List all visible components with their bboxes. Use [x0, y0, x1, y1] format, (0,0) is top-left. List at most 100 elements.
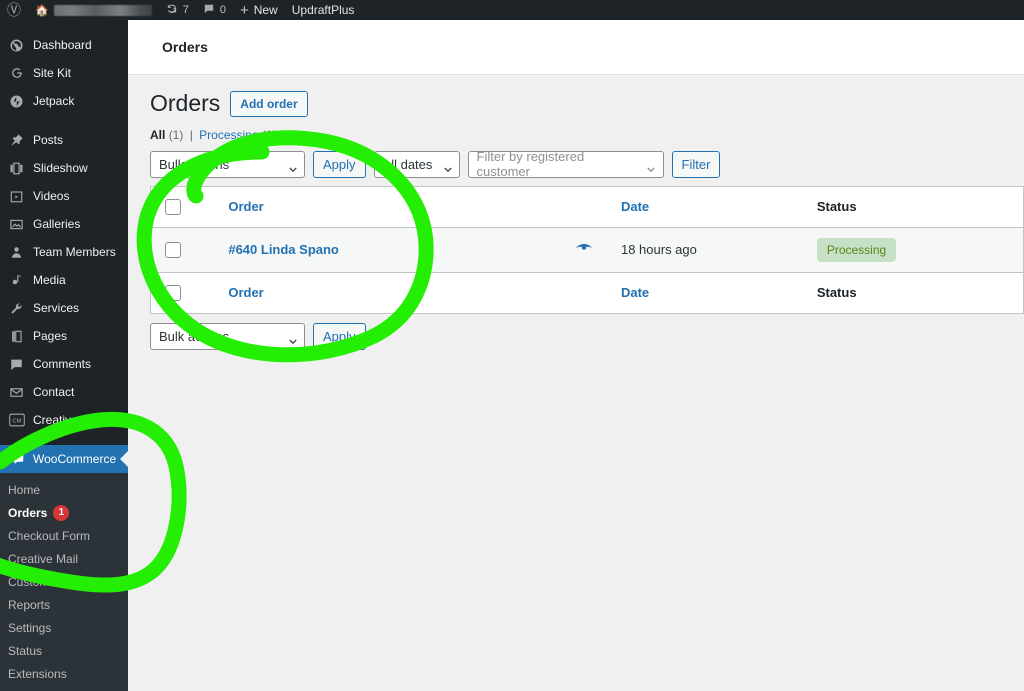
filter-button[interactable]: Filter: [671, 150, 721, 178]
submenu-item-creative-mail[interactable]: Creative Mail: [0, 547, 128, 570]
apply-button-top[interactable]: Apply: [313, 150, 366, 178]
submenu-item-customers[interactable]: Customers: [0, 570, 128, 593]
orders-table-foot: Order Date Status: [151, 271, 1023, 313]
sidebar-item-creative-mail[interactable]: CM Creative Mail: [0, 406, 128, 434]
sidebar-item-dashboard[interactable]: Dashboard: [0, 31, 128, 59]
person-icon: [8, 244, 25, 261]
page-title-row: Orders Add order: [150, 89, 1024, 119]
sidebar-item-videos[interactable]: Videos: [0, 182, 128, 210]
column-footer-order[interactable]: Order: [196, 271, 547, 313]
date-filter-select[interactable]: All dates: [373, 150, 460, 178]
admin-bar: Ⓥ 🏠 7 0 + New UpdraftPlus: [0, 0, 1024, 20]
row-checkbox[interactable]: [165, 241, 181, 258]
orders-table-body: #640 Linda Spano 18 hours ago Processing: [151, 227, 1023, 272]
sidebar-item-pages[interactable]: Pages: [0, 322, 128, 350]
order-link[interactable]: #640 Linda Spano: [228, 242, 339, 257]
sidebar-item-site-kit[interactable]: Site Kit: [0, 59, 128, 87]
column-header-date-label: Date: [620, 199, 650, 215]
woocommerce-submenu: Home Orders 1 Checkout Form Creative Mai…: [0, 473, 128, 691]
sidebar-item-media[interactable]: Media: [0, 266, 128, 294]
updates-menu[interactable]: 7: [159, 0, 196, 20]
updraftplus-menu[interactable]: UpdraftPlus: [285, 0, 362, 20]
comments-menu[interactable]: 0: [196, 0, 233, 20]
date-filter-value: All dates: [382, 156, 433, 172]
sidebar-item-comments[interactable]: Comments: [0, 350, 128, 378]
comments-count: 0: [219, 4, 226, 16]
submenu-item-settings[interactable]: Settings: [0, 616, 128, 639]
orders-table-head: Order Date Status: [151, 186, 1023, 228]
bulk-actions-select-bottom[interactable]: Bulk actions: [150, 322, 305, 350]
sidebar-item-label: Videos: [33, 189, 70, 203]
submenu-item-label: Checkout Form: [8, 528, 91, 543]
view-all-link[interactable]: All: [150, 128, 165, 142]
table-footer-row: Order Date Status: [151, 271, 1023, 313]
column-footer-order-label: Order: [228, 285, 264, 301]
select-all-footer[interactable]: [151, 271, 197, 313]
sidebar-item-galleries[interactable]: Galleries: [0, 210, 128, 238]
gallery-icon: [8, 216, 25, 233]
woocommerce-icon: [8, 451, 25, 468]
select-all-checkbox-footer[interactable]: [165, 284, 181, 301]
sidebar-item-services[interactable]: Services: [0, 294, 128, 322]
select-all-checkbox[interactable]: [165, 198, 181, 215]
tablenav-top: Bulk actions Apply All dates Filter by r…: [150, 149, 1024, 180]
select-all-header[interactable]: [151, 187, 197, 228]
sidebar-item-posts[interactable]: Posts: [0, 126, 128, 154]
comment-bubble-icon: [8, 356, 25, 373]
sidebar-item-label: Posts: [33, 133, 64, 147]
envelope-icon: [8, 384, 25, 401]
apply-button-bottom[interactable]: Apply: [313, 322, 366, 350]
sidebar-item-slideshow[interactable]: Slideshow: [0, 154, 128, 182]
customer-filter-placeholder: Filter by registered customer: [476, 149, 585, 180]
row-select-cell[interactable]: [151, 228, 196, 272]
sidebar-item-label: Comments: [33, 357, 92, 371]
submenu-item-orders[interactable]: Orders 1: [0, 501, 128, 524]
menu-separator-2: [0, 434, 128, 445]
column-header-preview: [546, 187, 621, 228]
jetpack-icon: [8, 93, 25, 110]
submenu-item-label: Customers: [8, 574, 67, 589]
sidebar-item-team-members[interactable]: Team Members: [0, 238, 128, 266]
wordpress-logo-menu[interactable]: Ⓥ: [0, 0, 28, 20]
sidebar-item-label: Dashboard: [33, 38, 92, 52]
page-title: Orders: [150, 90, 221, 116]
row-preview-cell[interactable]: [547, 228, 621, 272]
submenu-item-label: Reports: [8, 597, 51, 612]
sidebar-item-jetpack[interactable]: Jetpack: [0, 87, 128, 115]
submenu-item-label: Orders: [8, 505, 48, 520]
add-order-button[interactable]: Add order: [230, 90, 308, 117]
sidebar-item-contact[interactable]: Contact: [0, 378, 128, 406]
creative-mail-cm-icon: CM: [8, 412, 25, 429]
bulk-actions-value: Bulk actions: [159, 328, 230, 344]
table-row[interactable]: #640 Linda Spano 18 hours ago Processing: [151, 227, 1023, 272]
submenu-item-home[interactable]: Home: [0, 478, 128, 501]
column-footer-date[interactable]: Date: [620, 271, 817, 313]
site-name-menu[interactable]: 🏠: [28, 0, 159, 20]
view-processing-link[interactable]: Processing: [199, 128, 258, 142]
sidebar-item-label: Galleries: [33, 217, 81, 231]
column-header-date[interactable]: Date: [620, 187, 817, 228]
column-header-status: Status: [816, 187, 1023, 228]
page-header-bar: Orders: [128, 20, 1024, 75]
updates-count: 7: [182, 4, 189, 16]
order-date: 18 hours ago: [620, 242, 697, 258]
column-header-order[interactable]: Order: [196, 187, 547, 228]
slideshow-icon: [8, 160, 25, 177]
submenu-item-reports[interactable]: Reports: [0, 593, 128, 616]
video-icon: [8, 188, 25, 205]
sidebar-item-woocommerce[interactable]: WooCommerce: [0, 445, 128, 473]
updraftplus-label: UpdraftPlus: [291, 3, 355, 17]
media-icon: [8, 272, 25, 289]
submenu-item-checkout-form[interactable]: Checkout Form: [0, 524, 128, 547]
customer-filter-select[interactable]: Filter by registered customer: [467, 149, 664, 180]
sidebar-item-label: Jetpack: [33, 94, 75, 108]
wordpress-admin-screen: Ⓥ 🏠 7 0 + New UpdraftPlus Dashboard Site…: [0, 0, 1024, 691]
sidebar-item-label: Site Kit: [33, 66, 72, 80]
submenu-item-status[interactable]: Status: [0, 639, 128, 662]
chevron-down-icon: [289, 333, 297, 345]
bulk-actions-select-top[interactable]: Bulk actions: [150, 150, 305, 178]
eye-preview-icon[interactable]: [575, 242, 593, 257]
new-content-menu[interactable]: + New: [233, 0, 285, 20]
submenu-item-extensions[interactable]: Extensions: [0, 662, 128, 685]
column-footer-date-label: Date: [620, 285, 650, 301]
